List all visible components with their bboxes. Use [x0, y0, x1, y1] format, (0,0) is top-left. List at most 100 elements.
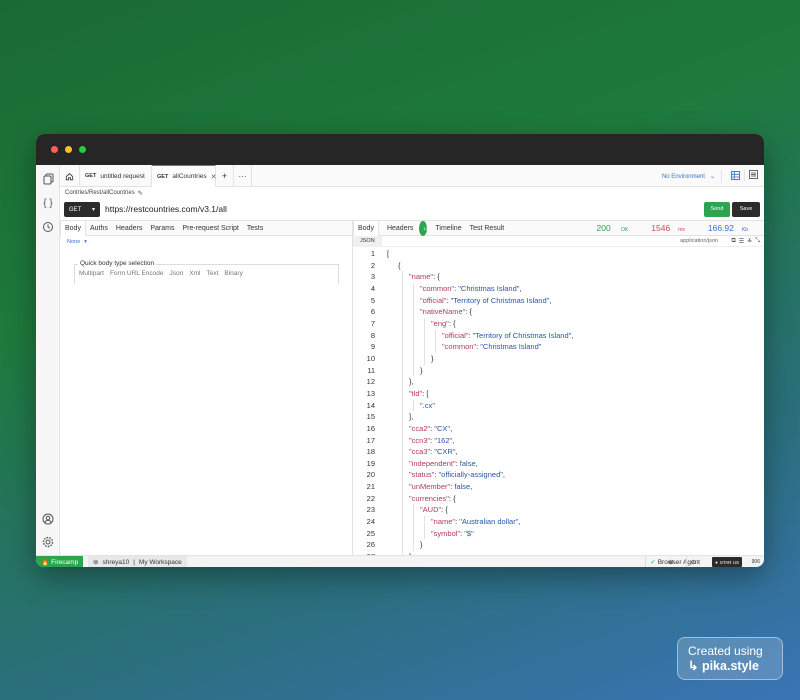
- minimize-window-button[interactable]: [65, 146, 72, 153]
- quick-body-legend: Quick body type selection: [78, 260, 157, 267]
- indent-guide: [402, 469, 403, 482]
- option-multipart[interactable]: Multipart: [79, 270, 104, 277]
- option-xml[interactable]: Xml: [189, 270, 200, 277]
- json-text: "name": {: [409, 272, 440, 282]
- collapse-icon[interactable]: ≚: [747, 238, 752, 245]
- json-text: "symbol": "$": [431, 528, 474, 538]
- indent-guide: [402, 376, 403, 388]
- method-selector[interactable]: GET ▾: [64, 202, 100, 217]
- user-profile-icon[interactable]: [41, 513, 55, 527]
- main-area: GET untitled request GET allCountries ✕ …: [60, 165, 764, 555]
- tab-timeline[interactable]: Timeline: [431, 221, 465, 236]
- tab-response-body[interactable]: Body: [353, 220, 379, 236]
- chevron-down-icon: ⌄: [709, 174, 715, 180]
- copy-icon[interactable]: ⧉: [731, 238, 735, 245]
- braces-icon[interactable]: { }: [41, 197, 55, 211]
- tab-pre-request-script[interactable]: Pre-request Script: [178, 221, 242, 236]
- json-text: "currencies": {: [409, 493, 456, 503]
- line-number: 15: [366, 412, 375, 422]
- tab-auths[interactable]: Auths: [86, 221, 112, 236]
- indent-guide: [402, 527, 403, 540]
- new-tab-button[interactable]: +: [216, 165, 234, 187]
- indent-guide: [402, 282, 403, 295]
- indent-guide: [402, 341, 403, 353]
- environment-table-icon[interactable]: [731, 171, 740, 182]
- indent-guide: [413, 399, 414, 412]
- json-text: "cca2": "CX",: [409, 423, 453, 433]
- send-button[interactable]: Send: [704, 202, 730, 217]
- tab-untitled-request[interactable]: GET untitled request: [80, 165, 152, 187]
- home-icon: [65, 172, 74, 180]
- option-json[interactable]: Json: [170, 270, 184, 277]
- user-icon: ⊚: [93, 559, 99, 566]
- json-line: 3 "name": {: [353, 271, 764, 283]
- tab-test-result[interactable]: Test Result: [466, 221, 509, 236]
- tab-response-headers[interactable]: Headers 13: [379, 220, 431, 236]
- tab-label: untitled request: [100, 172, 145, 180]
- star-us-label: STAR US: [719, 559, 739, 565]
- firecamp-brand[interactable]: 🔥 Firecamp: [36, 556, 84, 567]
- app-window: { } GET untitled request GET allCountrie…: [36, 134, 764, 567]
- tab-headers[interactable]: Headers: [112, 221, 146, 236]
- body-type-label: None: [67, 238, 81, 245]
- close-window-button[interactable]: [51, 146, 58, 153]
- indent-guide: [402, 387, 403, 400]
- indent-guide: [402, 271, 403, 283]
- json-line: 13 "tld": [: [353, 387, 764, 400]
- json-text: "official": "Territory of Christmas Isla…: [442, 330, 574, 340]
- tab-tests[interactable]: Tests: [243, 221, 267, 236]
- json-line: 19 "independent": false,: [353, 457, 764, 470]
- github-star-button[interactable]: ● STAR US: [712, 557, 742, 567]
- response-time: 1546 ms: [651, 223, 685, 233]
- line-number: 13: [366, 388, 375, 398]
- maximize-window-button[interactable]: [79, 146, 86, 153]
- more-tabs-icon[interactable]: ···: [234, 165, 252, 187]
- json-text: "nativeName": {: [420, 307, 473, 317]
- response-json-viewer[interactable]: 1[2{3 "name": {4 "common": "Christmas Isla…: [353, 248, 764, 555]
- tab-json[interactable]: JSON: [353, 235, 382, 247]
- url-input[interactable]: https://restcountries.com/v3.1/all: [105, 202, 227, 217]
- window-titlebar: [36, 134, 764, 165]
- json-text: [: [387, 249, 390, 258]
- tab-body[interactable]: Body: [60, 220, 86, 236]
- tab-all-countries[interactable]: GET allCountries ✕: [152, 165, 217, 187]
- option-binary[interactable]: Binary: [224, 270, 242, 277]
- line-number: 7: [370, 318, 375, 328]
- flame-icon: 🔥: [41, 559, 50, 566]
- github-icon[interactable]: ⊙: [686, 556, 700, 567]
- tab-label: allCountries: [172, 173, 207, 180]
- line-number: 12: [366, 377, 375, 387]
- indent-guide: [402, 434, 403, 447]
- menu-icon[interactable]: [744, 170, 758, 181]
- settings-gear-icon[interactable]: [41, 536, 55, 550]
- workspace-switcher[interactable]: ⊚ shreya10 | My Workspace: [88, 556, 187, 567]
- json-line: 25 "symbol": "$": [353, 527, 764, 540]
- expand-icon[interactable]: ⤡: [755, 238, 760, 245]
- home-tab[interactable]: [60, 165, 80, 187]
- format-icon[interactable]: ☰: [739, 238, 744, 245]
- line-number: 17: [366, 435, 375, 445]
- tab-params[interactable]: Params: [146, 221, 178, 236]
- save-button[interactable]: Save: [732, 202, 760, 217]
- history-icon[interactable]: [41, 221, 55, 235]
- indent-guide: [413, 294, 414, 307]
- content-type-label: application/json: [680, 238, 718, 244]
- request-subtabs: Body Auths Headers Params Pre-request Sc…: [60, 220, 352, 236]
- body-type-dropdown[interactable]: None ▾: [60, 236, 352, 247]
- option-text[interactable]: Text: [206, 270, 218, 277]
- json-line: 8 "official": "Territory of Christmas Isl…: [353, 329, 764, 342]
- line-number: 8: [370, 330, 375, 340]
- option-form-url-encode[interactable]: Form URL Encode: [110, 270, 164, 277]
- indent-guide: [402, 294, 403, 307]
- copy-icon[interactable]: [41, 173, 55, 187]
- indent-guide: [413, 329, 414, 342]
- check-circle-icon: ✓: [650, 559, 656, 566]
- json-line: 12},: [353, 376, 764, 388]
- indent-guide: [402, 481, 403, 493]
- response-panel: Body Headers 13 Timeline Test Result 200…: [353, 220, 764, 555]
- edit-pencil-icon[interactable]: ✎: [138, 190, 143, 197]
- indent-guide: [413, 352, 414, 365]
- environment-selector[interactable]: No Environment ⌄: [662, 170, 722, 183]
- request-response-panels: Body Auths Headers Params Pre-request Sc…: [60, 220, 764, 555]
- line-number: 19: [366, 458, 375, 468]
